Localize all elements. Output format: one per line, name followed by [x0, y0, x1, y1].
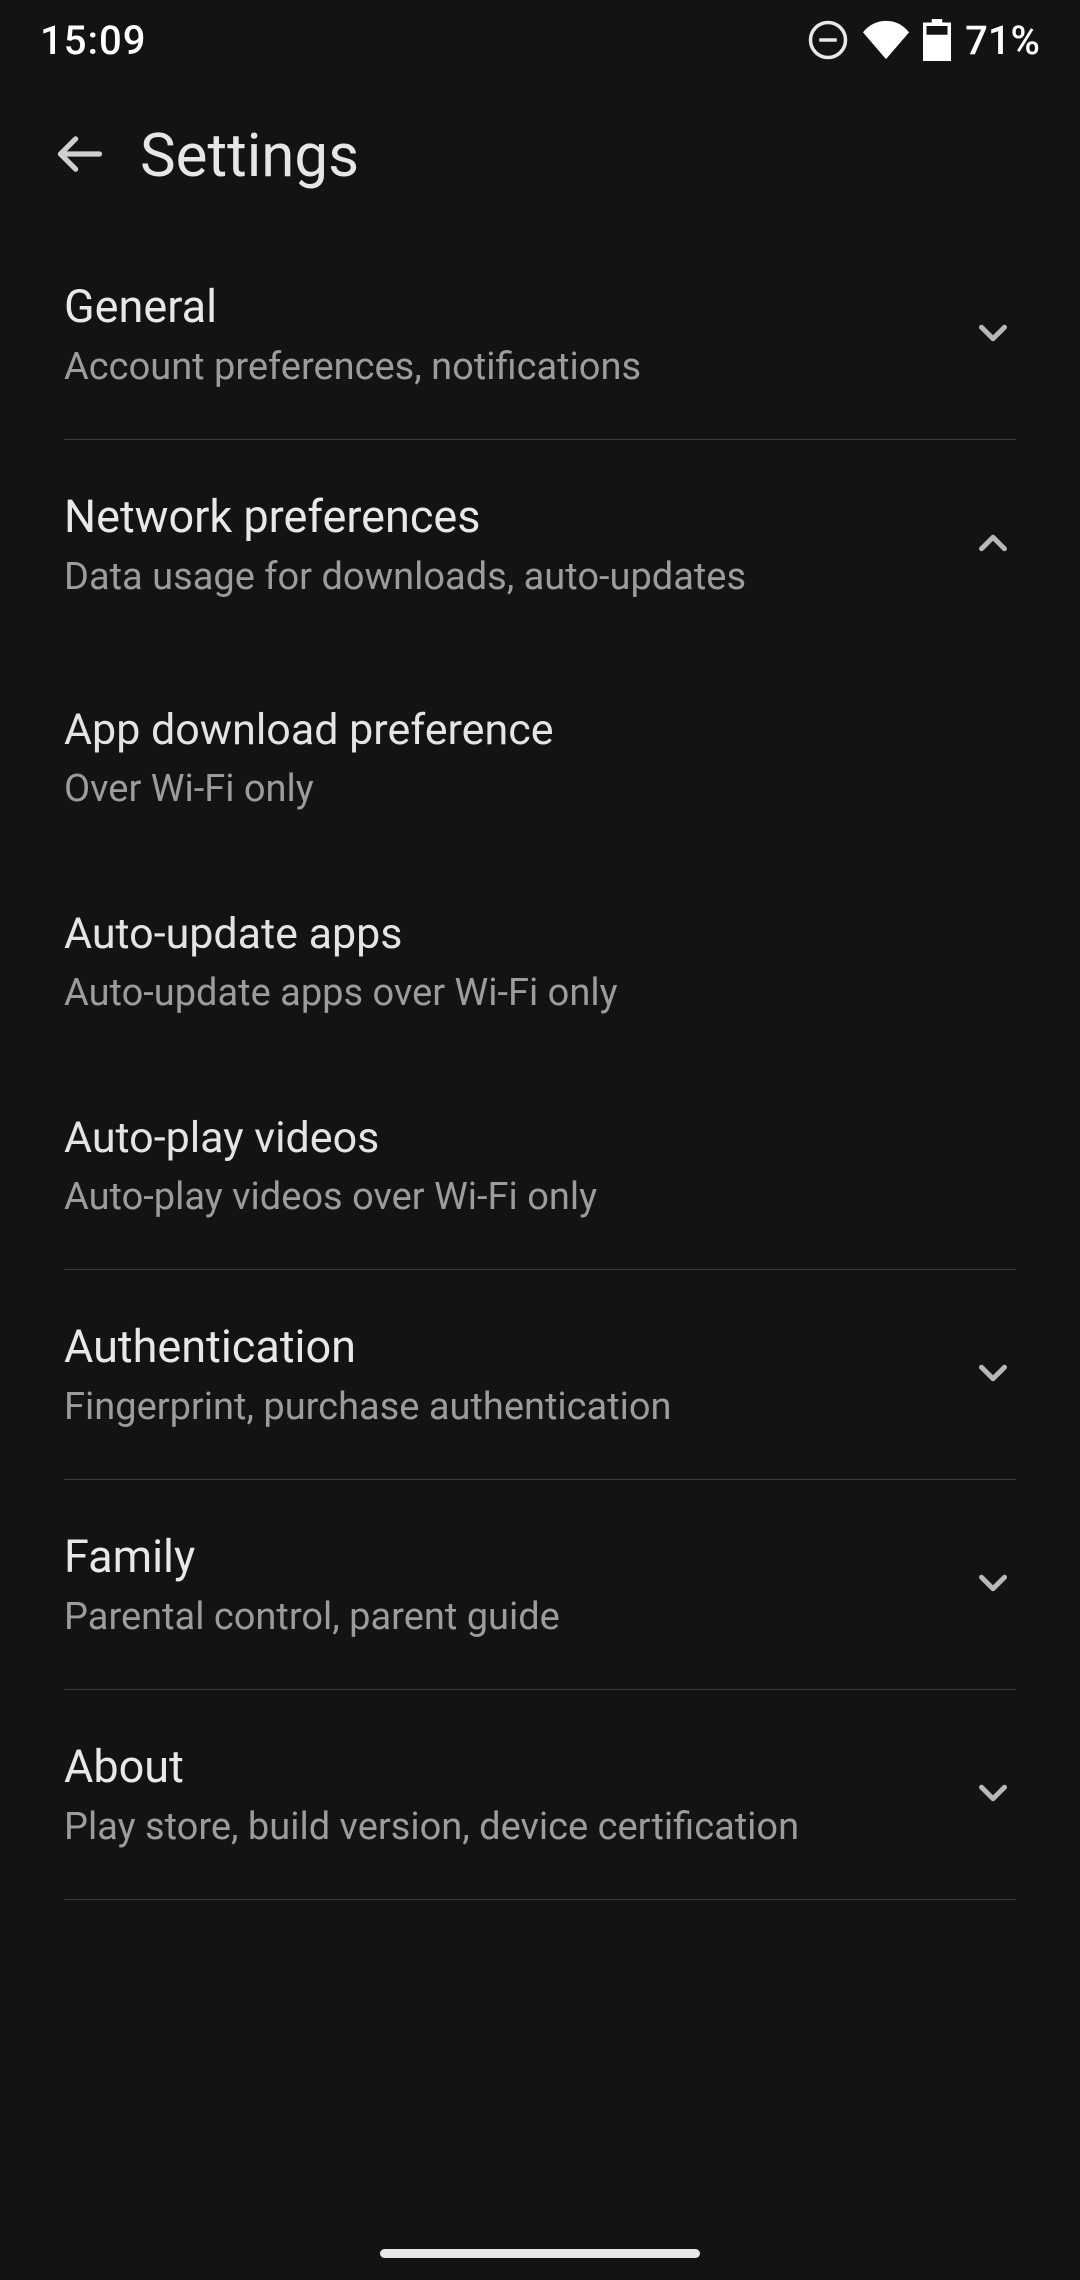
section-title: About — [64, 1740, 799, 1793]
chevron-down-icon — [970, 1560, 1016, 1610]
section-family[interactable]: Family Parental control, parent guide — [64, 1480, 1016, 1689]
status-time: 15:09 — [40, 17, 146, 64]
page-title: Settings — [140, 120, 359, 191]
home-indicator[interactable] — [380, 2249, 700, 2258]
pref-auto-play-videos[interactable]: Auto-play videos Auto-play videos over W… — [64, 1077, 1016, 1269]
section-network-preferences[interactable]: Network preferences Data usage for downl… — [64, 440, 1016, 649]
chevron-down-icon — [970, 310, 1016, 360]
section-general[interactable]: General Account preferences, notificatio… — [64, 230, 1016, 439]
chevron-up-icon — [970, 520, 1016, 570]
pref-app-download[interactable]: App download preference Over Wi-Fi only — [64, 669, 1016, 847]
pref-auto-update-apps[interactable]: Auto-update apps Auto-update apps over W… — [64, 873, 1016, 1051]
status-bar: 15:09 71% — [0, 0, 1080, 80]
pref-title: Auto-play videos — [64, 1113, 1016, 1163]
pref-title: App download preference — [64, 705, 1016, 755]
app-bar: Settings — [0, 80, 1080, 230]
dnd-icon — [807, 19, 849, 61]
chevron-down-icon — [970, 1350, 1016, 1400]
divider — [64, 1899, 1016, 1900]
pref-value: Over Wi-Fi only — [64, 767, 1016, 811]
section-title: Family — [64, 1530, 560, 1583]
chevron-down-icon — [970, 1770, 1016, 1820]
battery-text: 71% — [965, 17, 1040, 64]
section-subtitle: Account preferences, notifications — [64, 345, 641, 389]
battery-icon — [923, 19, 951, 61]
section-authentication[interactable]: Authentication Fingerprint, purchase aut… — [64, 1270, 1016, 1479]
pref-title: Auto-update apps — [64, 909, 1016, 959]
back-button[interactable] — [30, 105, 130, 205]
pref-value: Auto-play videos over Wi-Fi only — [64, 1175, 1016, 1219]
section-subtitle: Data usage for downloads, auto-updates — [64, 555, 746, 599]
status-icons: 71% — [807, 17, 1040, 64]
section-subtitle: Parental control, parent guide — [64, 1595, 560, 1639]
section-about[interactable]: About Play store, build version, device … — [64, 1690, 1016, 1899]
section-subtitle: Fingerprint, purchase authentication — [64, 1385, 672, 1429]
section-title: Network preferences — [64, 490, 746, 543]
section-title: Authentication — [64, 1320, 672, 1373]
section-title: General — [64, 280, 641, 333]
section-subtitle: Play store, build version, device certif… — [64, 1805, 799, 1849]
arrow-back-icon — [54, 128, 106, 183]
pref-value: Auto-update apps over Wi-Fi only — [64, 971, 1016, 1015]
wifi-icon — [863, 19, 909, 61]
